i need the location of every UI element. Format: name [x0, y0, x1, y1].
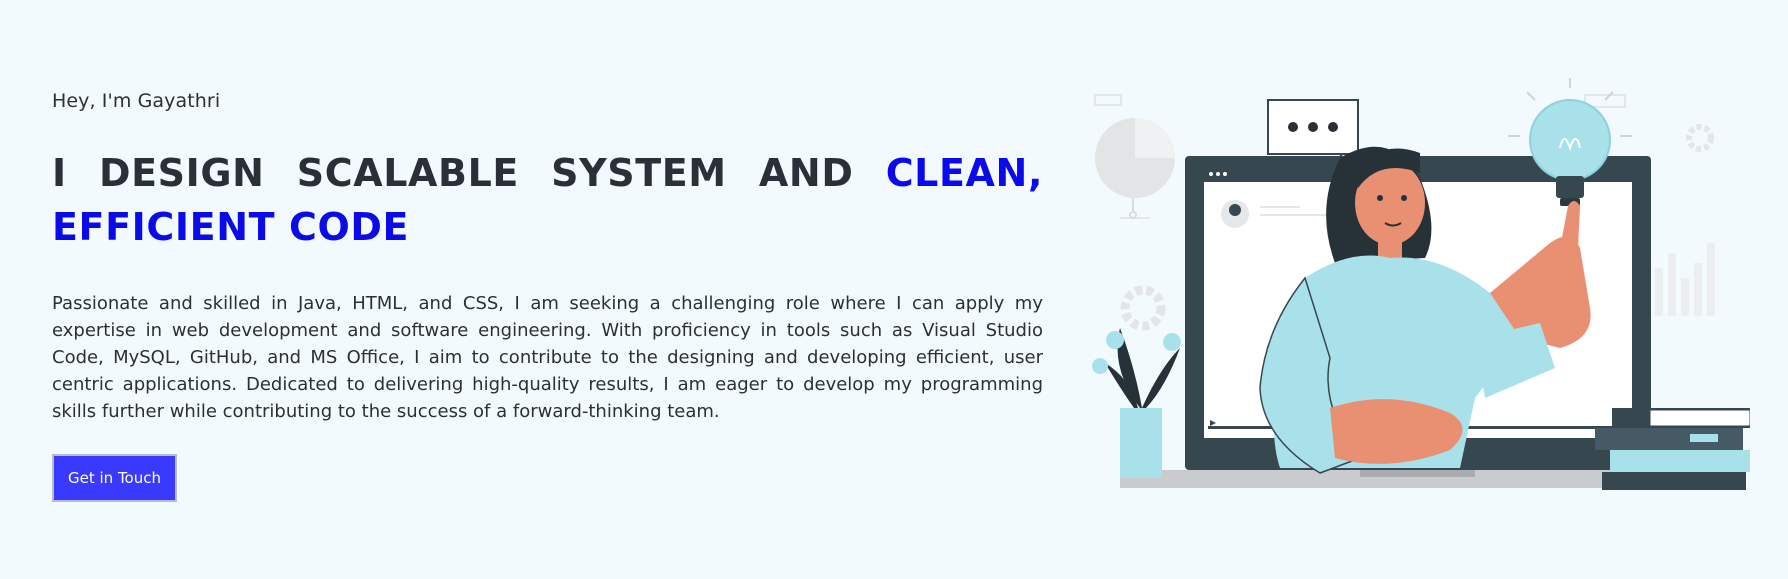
woman-with-lightbulb-illustration-icon [1092, 76, 1760, 490]
get-in-touch-button[interactable]: Get in Touch [52, 454, 177, 502]
hero-illustration [1090, 76, 1760, 498]
greeting-text: Hey, I'm Gayathri [52, 90, 221, 112]
bio-paragraph: Passionate and skilled in Java, HTML, an… [52, 293, 1043, 422]
headline-main: I DESIGN SCALABLE SYSTEM AND [52, 151, 886, 195]
headline: I DESIGN SCALABLE SYSTEM AND CLEAN, EFFI… [52, 146, 1043, 254]
hero-section: Hey, I'm Gayathri I DESIGN SCALABLE SYST… [52, 90, 1043, 502]
